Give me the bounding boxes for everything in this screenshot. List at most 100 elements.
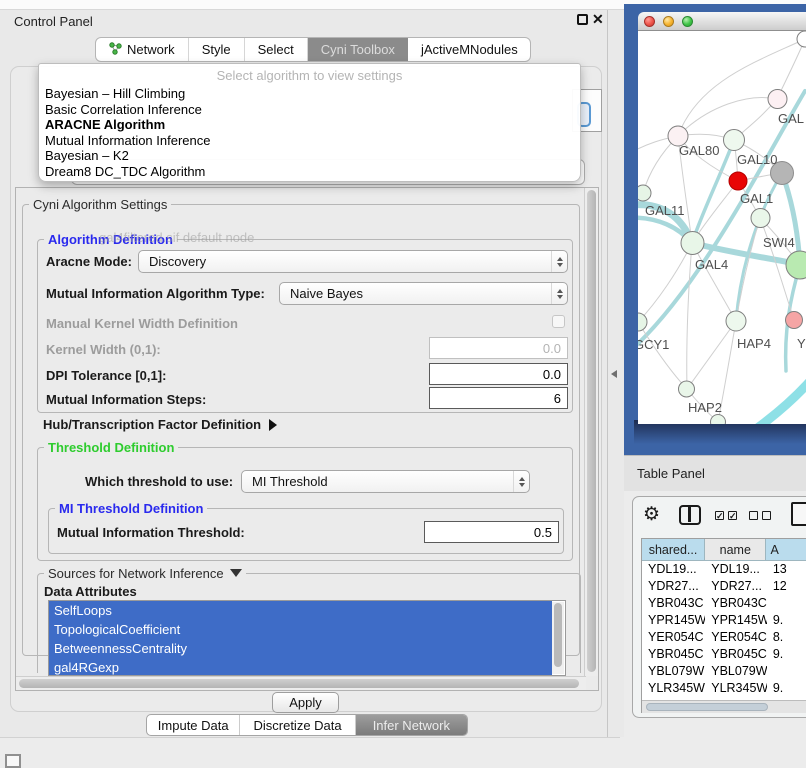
node-gal1-red[interactable] — [729, 172, 747, 190]
algorithm-option-selected[interactable]: ARACNE Algorithm — [39, 117, 580, 133]
node-swi4[interactable] — [786, 251, 806, 279]
minimize-traffic-light-icon[interactable] — [663, 16, 674, 27]
kernel-width-field[interactable]: 0.0 — [429, 337, 568, 359]
node-gal4[interactable] — [681, 232, 704, 255]
mi-algorithm-type-label: Mutual Information Algorithm Type: — [46, 286, 265, 301]
table-row[interactable]: YDL19... YDL19... 13 — [642, 561, 806, 578]
mi-threshold-field[interactable]: 0.5 — [424, 521, 559, 543]
unchecked-checkbox-icon[interactable] — [749, 511, 758, 520]
node-unlabeled[interactable] — [711, 415, 726, 425]
network-icon — [109, 42, 122, 58]
aracne-mode-combo[interactable]: Discovery — [138, 250, 568, 273]
algorithm-option[interactable]: Mutual Information Inference — [39, 133, 580, 149]
settings-scrollpane: Cyni Algorithm Settings Algorithm Defini… — [15, 187, 599, 691]
close-traffic-light-icon[interactable] — [644, 16, 655, 27]
node-y[interactable] — [786, 312, 803, 329]
which-threshold-combo[interactable]: MI Threshold — [241, 470, 530, 493]
node-label: GAL80 — [679, 143, 719, 158]
mi-algorithm-type-combo[interactable]: Naive Bayes — [279, 282, 568, 305]
panel-dock-icon[interactable] — [5, 754, 21, 768]
table-row[interactable]: YBR043C YBR043C — [642, 595, 806, 612]
node-label: GAL4 — [695, 257, 728, 272]
vertical-scrollbar[interactable] — [584, 188, 598, 676]
sources-title[interactable]: Sources for Network Inference — [44, 566, 246, 581]
aracne-mode-label: Aracne Mode: — [46, 254, 132, 269]
sources-group: Sources for Network Inference Data Attri… — [37, 573, 581, 673]
tab-infer-network[interactable]: Infer Network — [356, 715, 467, 735]
float-window-icon[interactable] — [577, 14, 588, 25]
node-label: GAL1 — [740, 191, 773, 206]
list-item[interactable]: SelfLoops — [49, 601, 552, 620]
group-title: Cyni Algorithm Settings — [29, 197, 171, 212]
network-selector-value: gal4filtered.sif default node — [99, 230, 254, 245]
algorithm-option[interactable]: Dream8 DC_TDC Algorithm — [39, 164, 580, 180]
list-item[interactable]: BetweennessCentrality — [49, 639, 552, 658]
network-window-titlebar[interactable] — [638, 12, 806, 31]
kernel-width-label: Kernel Width (0,1): — [46, 342, 161, 357]
mi-steps-field[interactable]: 6 — [429, 387, 568, 409]
tab-select[interactable]: Select — [245, 38, 308, 61]
node-label: GAL11 — [645, 203, 685, 218]
horizontal-scrollbar[interactable] — [16, 676, 586, 691]
panel-splitter[interactable] — [608, 10, 624, 737]
node-hap2[interactable] — [679, 381, 695, 397]
list-item[interactable]: TopologicalCoefficient — [49, 620, 552, 639]
table-row[interactable]: YLR345W YLR345W 9. — [642, 680, 806, 697]
network-canvas[interactable]: GAL GAL80 GAL10 GAL1 GAL11 GAL4 SWI4 GCY… — [638, 31, 806, 424]
table-horizontal-scrollbar[interactable] — [642, 700, 806, 713]
gear-icon[interactable]: ⚙ — [643, 503, 660, 526]
table-row[interactable]: YBR045C YBR045C 9. — [642, 646, 806, 663]
manual-kernel-checkbox[interactable] — [552, 315, 565, 328]
column-header-name[interactable]: name — [705, 539, 766, 561]
control-panel-tabbar: Network Style Select Cyni Toolbox jActiv… — [95, 37, 531, 62]
node-hap4[interactable] — [726, 311, 746, 331]
table-header-row: shared... name A — [642, 539, 806, 561]
checked-checkbox-icon[interactable]: ✓ — [715, 511, 724, 520]
tab-cyni-toolbox[interactable]: Cyni Toolbox — [308, 38, 408, 61]
algorithm-option[interactable]: Bayesian – Hill Climbing — [39, 86, 580, 102]
table-row[interactable]: YDR27... YDR27... 12 — [642, 578, 806, 595]
table-row[interactable]: YER054C YER054C 8. — [642, 629, 806, 646]
tab-style[interactable]: Style — [189, 38, 245, 61]
table-panel-title: Table Panel — [637, 466, 705, 481]
zoom-traffic-light-icon[interactable] — [682, 16, 693, 27]
node-gal11[interactable] — [638, 185, 651, 201]
table-row[interactable]: YPR145W YPR145W 9. — [642, 612, 806, 629]
algorithm-option[interactable]: Bayesian – K2 — [39, 148, 580, 164]
hub-definition-toggle[interactable]: Hub/Transcription Factor Definition — [43, 417, 277, 432]
table-container: ⚙ ✓ ✓ shared... name A YDL19... YDL19...… — [632, 496, 806, 718]
group-title: Threshold Definition — [44, 440, 178, 455]
splitter-arrow-icon[interactable] — [611, 370, 617, 378]
document-icon[interactable] — [791, 502, 806, 526]
list-scrollbar[interactable] — [552, 602, 564, 674]
unchecked-checkbox-icon[interactable] — [762, 511, 771, 520]
mi-steps-label: Mutual Information Steps: — [46, 392, 206, 407]
cyni-algorithm-settings-group: Cyni Algorithm Settings Algorithm Defini… — [22, 204, 580, 656]
node-gcy1[interactable] — [638, 313, 647, 331]
node-label: GAL10 — [737, 152, 777, 167]
cyni-toolbox-panel: gal4filtered.sif default node Select alg… — [10, 66, 602, 712]
tab-discretize-data[interactable]: Discretize Data — [240, 715, 355, 735]
node-gal10[interactable] — [724, 130, 745, 151]
node-gal[interactable] — [768, 90, 787, 109]
column-header-partial[interactable]: A — [766, 539, 806, 561]
table-panel-titlebar: Table Panel — [624, 455, 806, 491]
table-row[interactable]: YBL079W YBL079W — [642, 663, 806, 680]
column-header-shared-name[interactable]: shared... — [642, 539, 705, 561]
network-desktop: GAL GAL80 GAL10 GAL1 GAL11 GAL4 SWI4 GCY… — [624, 4, 806, 455]
list-item[interactable]: gal4RGexp — [49, 658, 552, 676]
tab-jactivemnodules[interactable]: jActiveMNodules — [408, 38, 531, 61]
checked-checkbox-icon[interactable]: ✓ — [728, 511, 737, 520]
algorithm-definition-group: Algorithm Definition Aracne Mode: Discov… — [37, 239, 573, 413]
columns-icon[interactable] — [679, 505, 701, 525]
tab-impute-data[interactable]: Impute Data — [147, 715, 240, 735]
close-icon[interactable]: ✕ — [592, 11, 604, 28]
node-unlabeled[interactable] — [751, 209, 770, 228]
apply-button[interactable]: Apply — [272, 692, 339, 713]
algorithm-option[interactable]: Basic Correlation Inference — [39, 102, 580, 118]
node-label: HAP2 — [688, 400, 722, 415]
dpi-tolerance-field[interactable]: 0.0 — [429, 363, 568, 385]
bottom-strip — [0, 737, 620, 762]
node-unlabeled[interactable] — [797, 31, 806, 47]
tab-network[interactable]: Network — [96, 38, 189, 61]
